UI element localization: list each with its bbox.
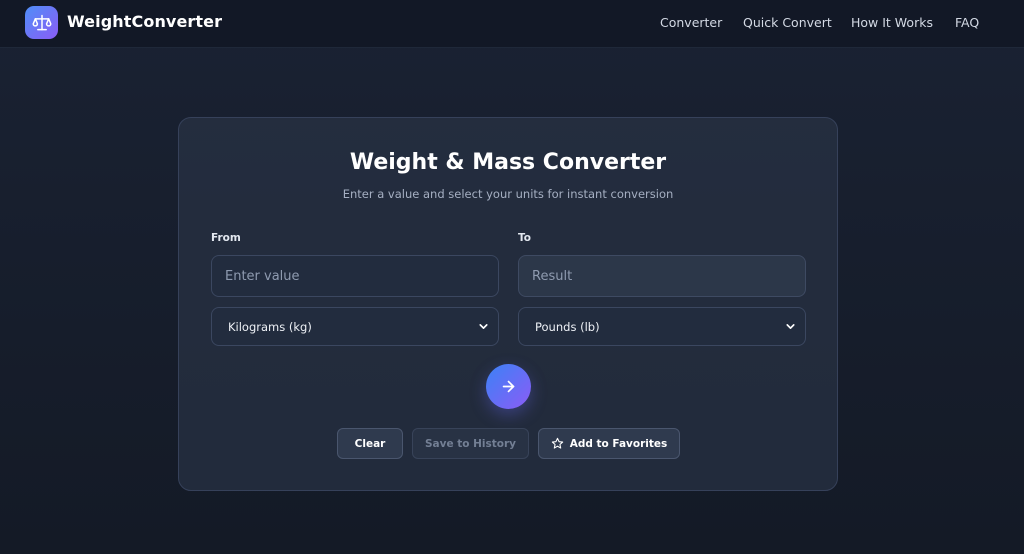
save-to-history-button[interactable]: Save to History: [412, 428, 529, 459]
save-to-history-label: Save to History: [424, 437, 517, 450]
to-unit-select[interactable]: Pounds (lb): [518, 307, 806, 346]
nav-link-faq[interactable]: FAQ: [955, 15, 979, 30]
star-icon: [551, 437, 563, 449]
add-to-favorites-label: Add to Favorites: [569, 437, 668, 450]
chevron-down-icon: [479, 324, 488, 329]
scale-icon: [32, 14, 51, 30]
from-unit-select[interactable]: Kilograms (kg): [211, 307, 499, 346]
chevron-down-icon: [786, 324, 795, 329]
from-label: From: [211, 232, 241, 244]
clear-button-label: Clear: [354, 437, 386, 450]
converter-title: Weight & Mass Converter: [349, 150, 667, 175]
add-to-favorites-button[interactable]: Add to Favorites: [538, 428, 680, 459]
brand-name[interactable]: WeightConverter: [67, 12, 222, 31]
nav-link-quick-convert[interactable]: Quick Convert: [743, 15, 832, 30]
to-label: To: [518, 232, 531, 244]
brand-logo[interactable]: [25, 6, 58, 39]
nav-link-how-it-works[interactable]: How It Works: [851, 15, 933, 30]
converter-subtitle: Enter a value and select your units for …: [342, 187, 674, 201]
clear-button[interactable]: Clear: [337, 428, 403, 459]
convert-button[interactable]: [486, 364, 531, 409]
to-unit-value: Pounds (lb): [535, 320, 600, 334]
from-value-input[interactable]: [211, 255, 499, 297]
from-unit-value: Kilograms (kg): [228, 320, 312, 334]
result-field[interactable]: [518, 255, 806, 297]
nav-link-converter[interactable]: Converter: [660, 15, 722, 30]
arrow-right-icon: [502, 380, 515, 393]
top-navbar: WeightConverter Converter Quick Convert …: [0, 0, 1024, 48]
